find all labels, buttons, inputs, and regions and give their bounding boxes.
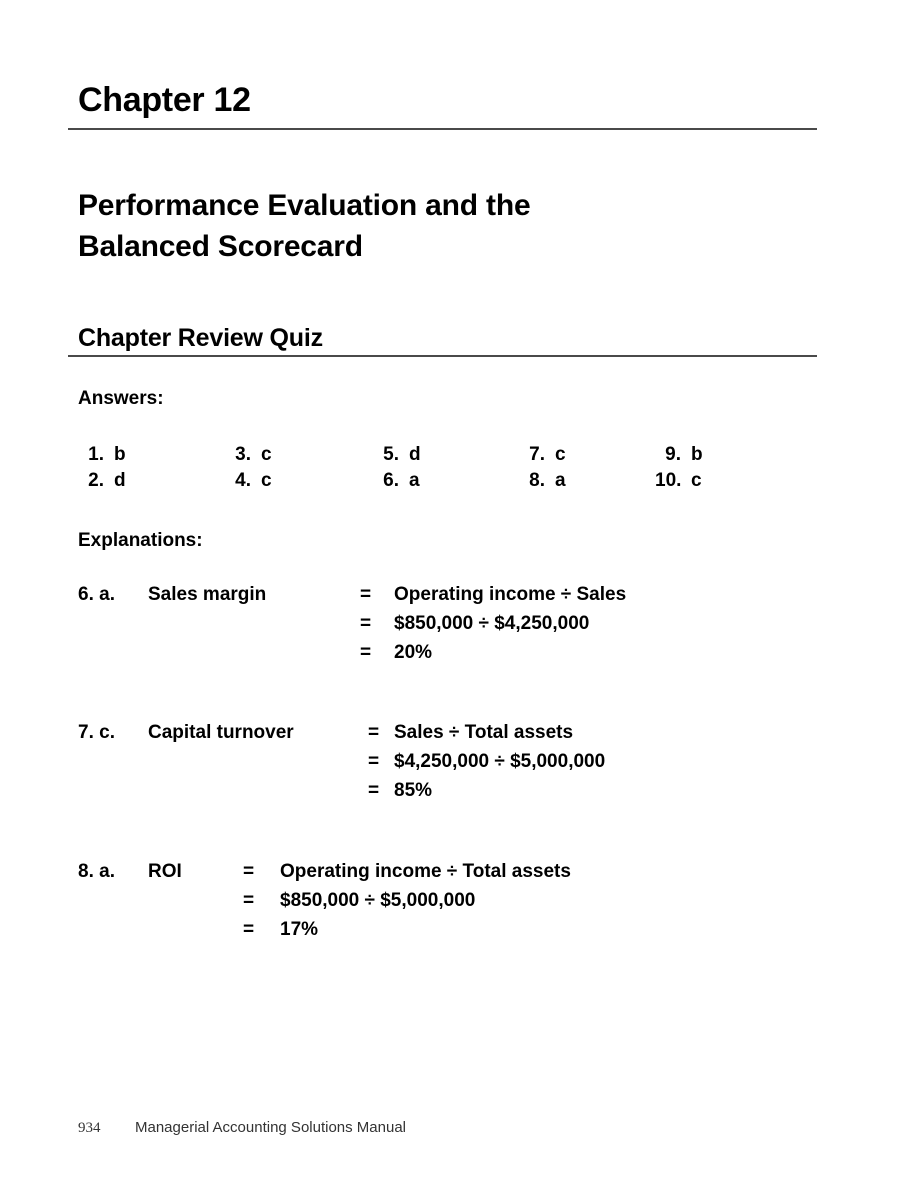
- answer-value: d: [409, 444, 421, 465]
- section-heading-chapter-review-quiz: Chapter Review Quiz: [78, 324, 323, 352]
- explanation-term: Capital turnover: [148, 722, 294, 743]
- answer-number: 1.: [88, 444, 104, 465]
- answer-item: 1. b: [78, 444, 126, 470]
- answer-item: 5. d: [373, 444, 421, 470]
- answer-value: c: [555, 444, 566, 465]
- answer-number: 8.: [529, 470, 545, 491]
- answers-column: 5. d 6. a: [373, 444, 421, 496]
- answer-item: 7. c: [519, 444, 566, 470]
- explanation-value: $4,250,000 ÷ $5,000,000: [394, 751, 606, 772]
- explanation-value: 20%: [394, 642, 433, 663]
- chapter-heading: Performance Evaluation and the Balanced …: [78, 185, 698, 267]
- answer-item: 2. d: [78, 470, 126, 496]
- explanation-line: 7. c. Capital turnover = Sales ÷ Total as…: [78, 722, 605, 751]
- explanations-label: Explanations:: [78, 530, 203, 551]
- explanation-value: Operating income ÷ Total assets: [280, 861, 571, 882]
- answer-item: 3. c: [225, 444, 272, 470]
- document-page: Chapter 12 Performance Evaluation and th…: [0, 0, 920, 1191]
- explanation-label: 8. a. ROI: [78, 861, 243, 883]
- explanation-line: 6. a. Sales margin = Operating income ÷ S…: [78, 584, 626, 613]
- chapter-title: Chapter 12: [78, 81, 251, 119]
- explanation-value: 17%: [280, 919, 319, 940]
- answer-value: a: [555, 470, 566, 491]
- answer-value: d: [114, 470, 126, 491]
- answer-number: 3.: [235, 444, 251, 465]
- answers-column: 3. c 4. c: [225, 444, 272, 496]
- answer-item: 10. c: [655, 470, 703, 496]
- equals-sign: =: [368, 751, 380, 772]
- answer-item: 8. a: [519, 470, 566, 496]
- chapter-heading-line-2: Balanced Scorecard: [78, 230, 363, 263]
- explanation-block: 6. a. Sales margin = Operating income ÷ S…: [78, 584, 626, 671]
- answer-number: 9.: [665, 444, 681, 465]
- answers-column: 7. c 8. a: [519, 444, 566, 496]
- explanation-line: = $850,000 ÷ $5,000,000: [78, 890, 571, 919]
- answer-item: 4. c: [225, 470, 272, 496]
- explanation-line: = 20%: [78, 642, 626, 671]
- answer-value: c: [691, 470, 702, 491]
- explanation-line: = $850,000 ÷ $4,250,000: [78, 613, 626, 642]
- footer-page-number: 934: [78, 1120, 101, 1136]
- answer-value: b: [114, 444, 126, 465]
- equals-sign: =: [360, 642, 372, 663]
- explanation-value: Sales ÷ Total assets: [394, 722, 574, 743]
- explanation-line: = 85%: [78, 780, 605, 809]
- page-footer: 934 Managerial Accounting Solutions Manu…: [78, 1119, 406, 1137]
- explanation-value: 85%: [394, 780, 433, 801]
- explanation-term: ROI: [148, 861, 182, 882]
- explanation-line: 8. a. ROI = Operating income ÷ Total asse…: [78, 861, 571, 890]
- equals-sign: =: [368, 780, 380, 801]
- footer-manual-title: Managerial Accounting Solutions Manual: [135, 1119, 407, 1136]
- answer-value: a: [409, 470, 420, 491]
- equals-sign: =: [243, 919, 255, 940]
- equals-sign: =: [243, 890, 255, 911]
- explanation-block: 7. c. Capital turnover = Sales ÷ Total as…: [78, 722, 605, 809]
- section-divider-rule: [68, 355, 817, 357]
- explanation-number: 7. c.: [78, 722, 115, 743]
- answer-number: 10.: [655, 470, 682, 491]
- explanation-line: = $4,250,000 ÷ $5,000,000: [78, 751, 605, 780]
- explanation-number: 8. a.: [78, 861, 115, 882]
- explanation-label: 7. c. Capital turnover: [78, 722, 368, 744]
- answer-number: 6.: [383, 470, 399, 491]
- answer-value: c: [261, 470, 272, 491]
- explanation-line: = 17%: [78, 919, 571, 948]
- answer-number: 4.: [235, 470, 251, 491]
- explanation-number: 6. a.: [78, 584, 115, 605]
- answers-column: 9. b 10. c: [655, 444, 703, 496]
- answer-number: 2.: [88, 470, 104, 491]
- answer-number: 7.: [529, 444, 545, 465]
- answer-number: 5.: [383, 444, 399, 465]
- answer-item: 6. a: [373, 470, 421, 496]
- equals-sign: =: [243, 861, 255, 882]
- explanation-value: $850,000 ÷ $4,250,000: [394, 613, 590, 634]
- explanation-term: Sales margin: [148, 584, 267, 605]
- title-divider-rule: [68, 128, 817, 130]
- equals-sign: =: [360, 584, 372, 605]
- explanation-block: 8. a. ROI = Operating income ÷ Total asse…: [78, 861, 571, 948]
- explanation-label: 6. a. Sales margin: [78, 584, 360, 606]
- answers-label: Answers:: [78, 388, 164, 409]
- explanation-value: $850,000 ÷ $5,000,000: [280, 890, 476, 911]
- answer-value: c: [261, 444, 272, 465]
- chapter-heading-line-1: Performance Evaluation and the: [78, 189, 531, 222]
- equals-sign: =: [368, 722, 380, 743]
- answers-column: 1. b 2. d: [78, 444, 126, 496]
- explanation-value: Operating income ÷ Sales: [394, 584, 627, 605]
- answer-item: 9. b: [655, 444, 703, 470]
- answer-value: b: [691, 444, 703, 465]
- equals-sign: =: [360, 613, 372, 634]
